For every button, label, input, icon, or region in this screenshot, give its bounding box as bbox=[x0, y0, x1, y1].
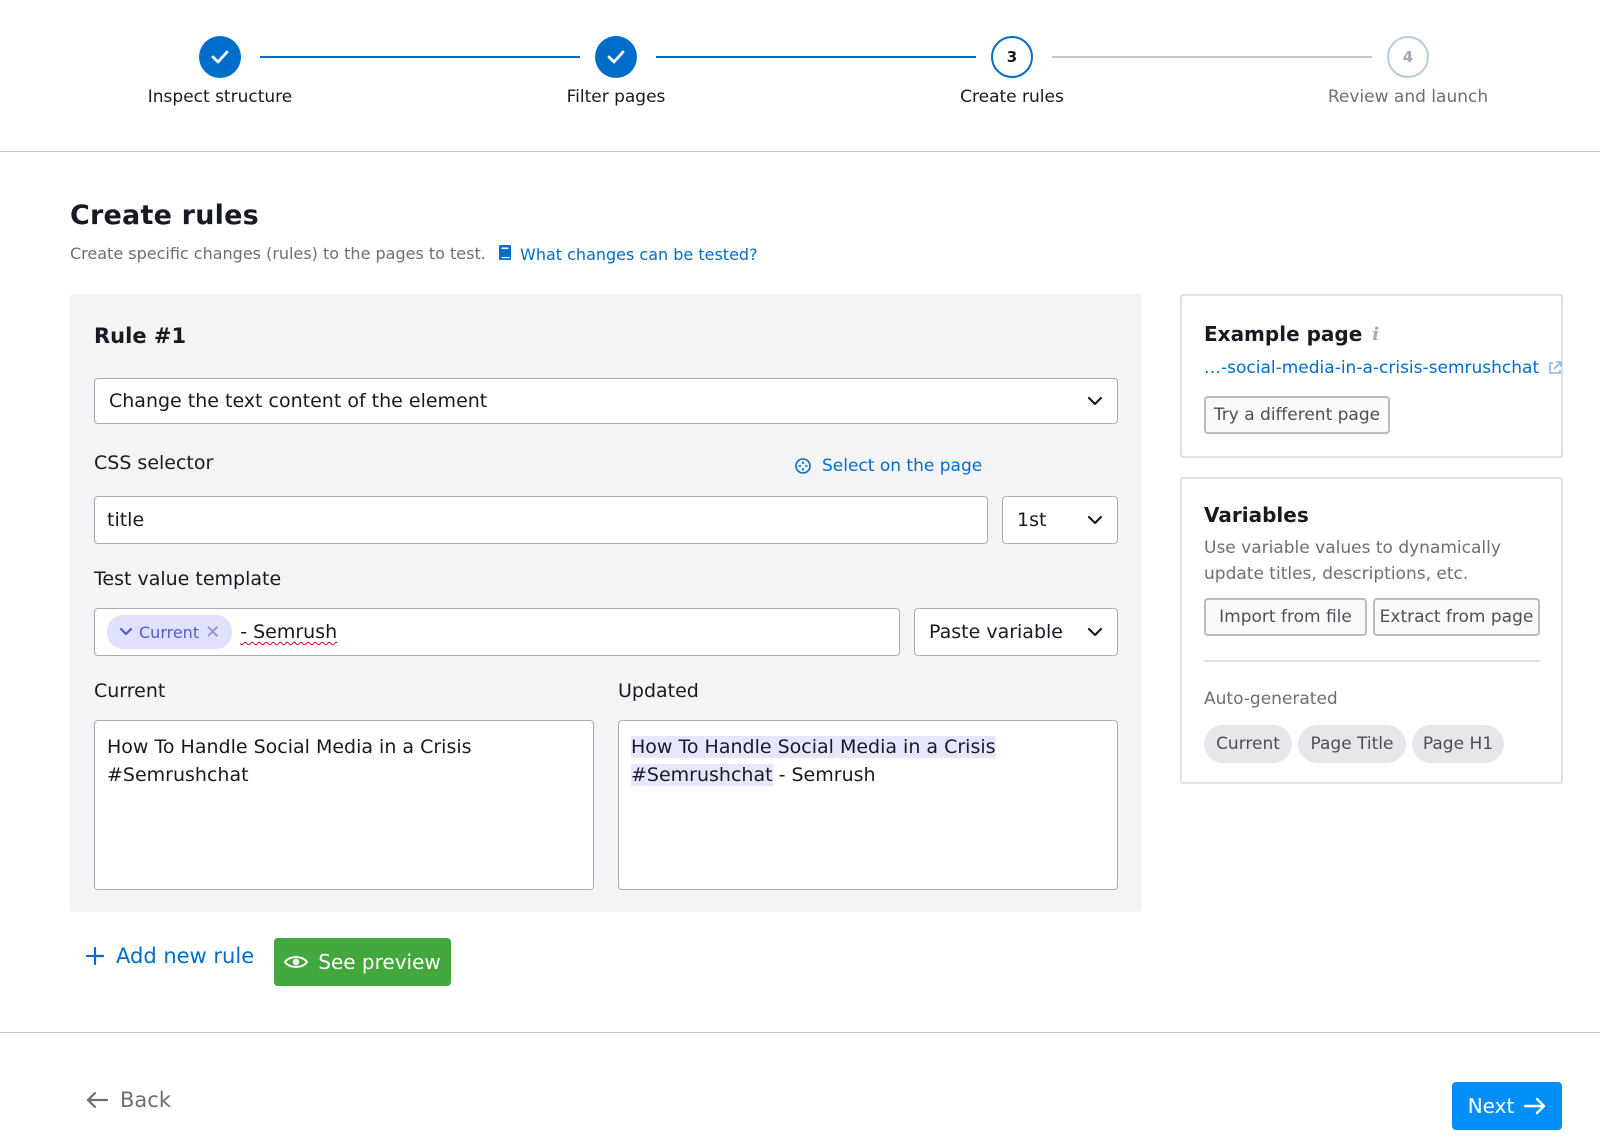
arrow-right-icon bbox=[1524, 1097, 1546, 1115]
occurrence-select[interactable]: 1st bbox=[1002, 496, 1118, 544]
variables-title: Variables bbox=[1204, 503, 1309, 527]
paste-variable-label: Paste variable bbox=[929, 621, 1063, 643]
page-subtitle: Create specific changes (rules) to the p… bbox=[70, 244, 486, 263]
change-type-value: Change the text content of the element bbox=[109, 390, 488, 412]
step-filter-pages[interactable]: Filter pages bbox=[496, 36, 736, 107]
template-label: Test value template bbox=[94, 568, 282, 590]
add-new-rule-button[interactable]: Add new rule bbox=[86, 944, 254, 968]
select-on-page-link[interactable]: Select on the page bbox=[794, 456, 982, 476]
variable-pill-page-h1[interactable]: Page H1 bbox=[1412, 725, 1504, 763]
extract-from-page-button[interactable]: Extract from page bbox=[1373, 598, 1540, 636]
variables-description: Use variable values to dynamically updat… bbox=[1204, 538, 1501, 584]
step-review-and-launch[interactable]: 4 Review and launch bbox=[1288, 36, 1528, 107]
chevron-down-icon bbox=[119, 627, 133, 636]
updated-label: Updated bbox=[618, 680, 699, 702]
chevron-down-icon bbox=[1087, 515, 1103, 525]
example-page-url: …-social-media-in-a-crisis-semrushchat bbox=[1204, 358, 1540, 378]
see-preview-button[interactable]: See preview bbox=[274, 938, 451, 986]
auto-generated-label: Auto-generated bbox=[1204, 689, 1338, 709]
variables-card: Variables Use variable values to dynamic… bbox=[1180, 477, 1563, 784]
template-suffix: - Semrush bbox=[240, 621, 338, 643]
step-label: Review and launch bbox=[1327, 87, 1489, 107]
external-link-icon bbox=[1549, 361, 1562, 374]
import-from-file-button[interactable]: Import from file bbox=[1204, 598, 1367, 636]
paste-variable-select[interactable]: Paste variable bbox=[914, 608, 1118, 656]
chevron-down-icon bbox=[1087, 396, 1103, 406]
check-icon bbox=[199, 36, 241, 78]
template-input[interactable]: Current ✕ - Semrush bbox=[94, 608, 900, 656]
crosshair-icon bbox=[795, 458, 811, 474]
css-selector-label: CSS selector bbox=[94, 452, 214, 474]
footer-divider bbox=[0, 1032, 1600, 1033]
next-label: Next bbox=[1467, 1094, 1515, 1118]
step-label: Create rules bbox=[960, 87, 1064, 107]
divider bbox=[1204, 660, 1540, 662]
variable-pill-current[interactable]: Current bbox=[1204, 725, 1292, 763]
step-create-rules[interactable]: 3 Create rules bbox=[892, 36, 1132, 107]
variable-chip-current[interactable]: Current ✕ bbox=[107, 615, 233, 649]
help-link[interactable]: What changes can be tested? bbox=[498, 244, 758, 265]
book-icon bbox=[498, 244, 512, 265]
next-button[interactable]: Next bbox=[1452, 1082, 1562, 1130]
try-different-page-button[interactable]: Try a different page bbox=[1204, 396, 1390, 434]
rule-title: Rule #1 bbox=[94, 324, 187, 348]
select-on-page-label: Select on the page bbox=[822, 456, 983, 476]
variable-pill-page-title[interactable]: Page Title bbox=[1298, 725, 1406, 763]
page-title: Create rules bbox=[70, 200, 259, 231]
back-label: Back bbox=[120, 1088, 171, 1112]
check-icon bbox=[595, 36, 637, 78]
help-link-label: What changes can be tested? bbox=[520, 245, 758, 264]
add-rule-label: Add new rule bbox=[116, 944, 255, 968]
see-preview-label: See preview bbox=[318, 950, 441, 974]
css-selector-input[interactable]: title bbox=[94, 496, 988, 544]
current-value-box: How To Handle Social Media in a Crisis #… bbox=[94, 720, 594, 890]
back-button[interactable]: Back bbox=[86, 1088, 171, 1112]
current-value: How To Handle Social Media in a Crisis #… bbox=[107, 736, 472, 786]
updated-value-highlight: #Semrushchat bbox=[631, 764, 773, 786]
stepper: Inspect structure Filter pages 3 Create … bbox=[0, 0, 1600, 152]
example-page-link[interactable]: …-social-media-in-a-crisis-semrushchat bbox=[1204, 358, 1563, 378]
example-page-card: Example page i …-social-media-in-a-crisi… bbox=[1180, 294, 1563, 458]
close-icon[interactable]: ✕ bbox=[205, 622, 220, 643]
chevron-down-icon bbox=[1087, 627, 1103, 637]
step-label: Filter pages bbox=[566, 87, 666, 107]
css-selector-value: title bbox=[107, 509, 145, 531]
updated-value-suffix: - Semrush bbox=[772, 764, 876, 786]
change-type-select[interactable]: Change the text content of the element bbox=[94, 378, 1118, 424]
step-inspect-structure[interactable]: Inspect structure bbox=[100, 36, 340, 107]
updated-value-box: How To Handle Social Media in a Crisis #… bbox=[618, 720, 1118, 890]
eye-icon bbox=[284, 956, 309, 968]
info-icon[interactable]: i bbox=[1372, 324, 1379, 345]
updated-value-highlight: How To Handle Social Media in a Crisis bbox=[631, 736, 996, 758]
arrow-left-icon bbox=[86, 1091, 108, 1109]
rule-card: Rule #1 Change the text content of the e… bbox=[70, 294, 1142, 912]
step-number: 4 bbox=[1387, 36, 1429, 78]
step-label: Inspect structure bbox=[147, 87, 293, 107]
current-label: Current bbox=[94, 680, 166, 702]
occurrence-value: 1st bbox=[1017, 509, 1047, 531]
step-number: 3 bbox=[991, 36, 1033, 78]
plus-icon bbox=[86, 947, 104, 965]
example-page-title: Example page i bbox=[1204, 322, 1380, 346]
chip-label: Current bbox=[139, 622, 200, 642]
